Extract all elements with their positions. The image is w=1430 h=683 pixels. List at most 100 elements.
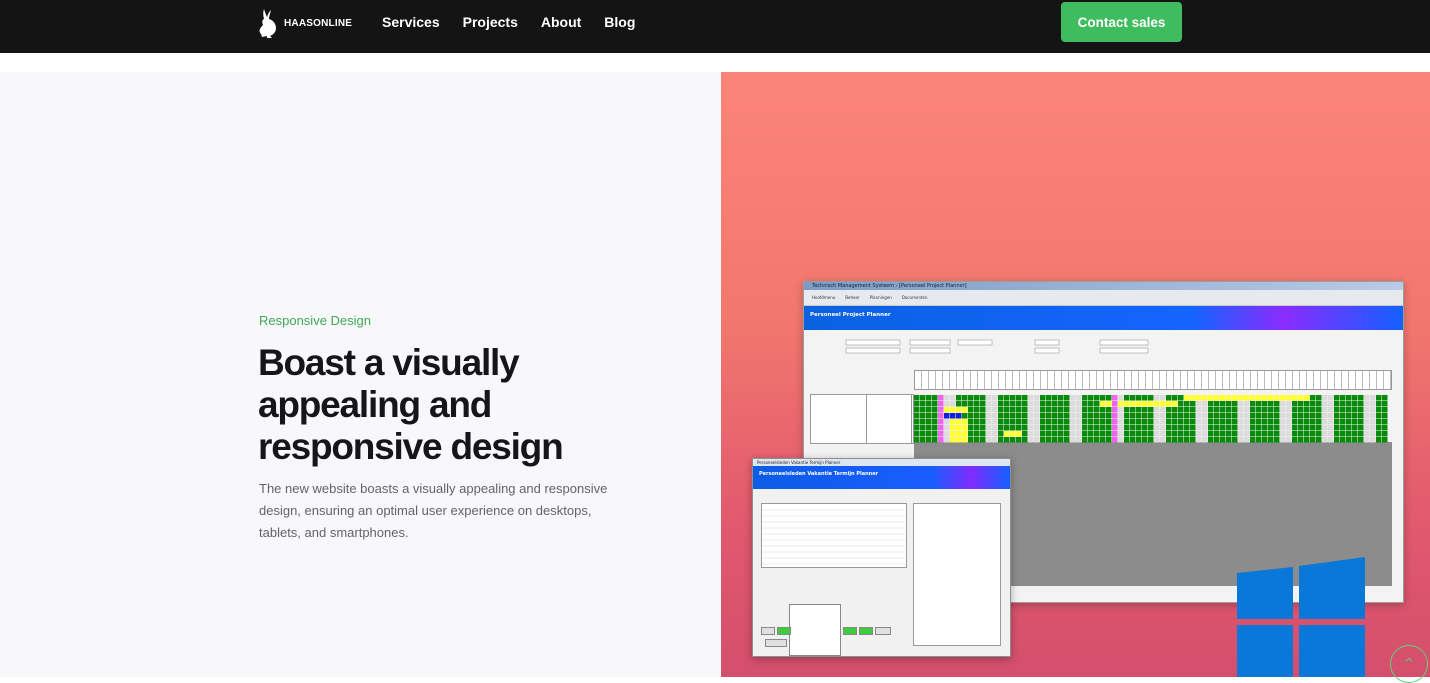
gantt-cell xyxy=(1070,395,1076,401)
scroll-to-top-button[interactable]: ^ xyxy=(1390,645,1428,683)
gantt-cell xyxy=(1130,413,1136,419)
gantt-cell xyxy=(1154,401,1160,407)
gantt-cell xyxy=(1202,437,1208,443)
gantt-cell xyxy=(1328,437,1334,443)
employee-table xyxy=(761,503,908,568)
gantt-cell xyxy=(1238,425,1244,431)
gantt-cell xyxy=(1064,437,1070,443)
gantt-cell xyxy=(1016,413,1022,419)
gantt-cell xyxy=(1148,395,1154,401)
gantt-cell xyxy=(1358,425,1364,431)
gantt-cell xyxy=(1118,407,1124,413)
gantt-cell xyxy=(1322,437,1328,443)
rabbit-logo-icon xyxy=(259,9,276,38)
gantt-cell xyxy=(1184,437,1190,443)
planner-window-title: Technisch Management Systeem - [Personee… xyxy=(804,282,1403,290)
gantt-cell xyxy=(1034,419,1040,425)
gantt-cell xyxy=(980,401,986,407)
gantt-cell xyxy=(1184,395,1190,401)
gantt-cell xyxy=(1370,395,1376,401)
gantt-cell xyxy=(1244,431,1250,437)
gantt-cell xyxy=(1220,419,1226,425)
gantt-cell xyxy=(1046,401,1052,407)
gantt-cell xyxy=(1070,413,1076,419)
gantt-cell xyxy=(1262,419,1268,425)
gantt-cell xyxy=(998,425,1004,431)
nav-link-projects[interactable]: Projects xyxy=(463,14,518,30)
nav-link-services[interactable]: Services xyxy=(382,14,440,30)
gantt-cell xyxy=(1364,407,1370,413)
gantt-cell xyxy=(1280,401,1286,407)
gantt-cell xyxy=(1184,407,1190,413)
gantt-cell xyxy=(1100,437,1106,443)
gantt-cell xyxy=(1268,395,1274,401)
gantt-cell xyxy=(1376,395,1382,401)
nav-link-about[interactable]: About xyxy=(541,14,581,30)
gantt-cell xyxy=(1334,419,1340,425)
gantt-cell xyxy=(1100,413,1106,419)
gantt-cell xyxy=(1280,431,1286,437)
gantt-cell xyxy=(1310,413,1316,419)
gantt-cell xyxy=(1070,425,1076,431)
gantt-cell xyxy=(1160,425,1166,431)
gantt-cell xyxy=(1130,407,1136,413)
gantt-cell xyxy=(1274,413,1280,419)
nav-link-blog[interactable]: Blog xyxy=(604,14,635,30)
gantt-cell xyxy=(1280,395,1286,401)
gantt-cell xyxy=(1088,437,1094,443)
gantt-cell xyxy=(1046,413,1052,419)
gantt-cell xyxy=(1136,437,1142,443)
gantt-cell xyxy=(1334,425,1340,431)
gantt-cell xyxy=(1196,401,1202,407)
gantt-cell xyxy=(1316,425,1322,431)
gantt-cell xyxy=(932,425,938,431)
brand-logo[interactable]: HAASONLINE xyxy=(258,8,352,38)
gantt-cell xyxy=(944,407,950,413)
gantt-cell xyxy=(1106,431,1112,437)
gantt-cell xyxy=(1034,395,1040,401)
gantt-cell xyxy=(968,401,974,407)
gantt-cell xyxy=(1040,419,1046,425)
gantt-cell xyxy=(1346,413,1352,419)
gantt-cell xyxy=(1190,437,1196,443)
gantt-cell xyxy=(1196,431,1202,437)
gantt-cell xyxy=(950,395,956,401)
gantt-cell xyxy=(1280,419,1286,425)
gantt-cell xyxy=(1124,419,1130,425)
gantt-cell xyxy=(1022,437,1028,443)
gantt-cell xyxy=(956,425,962,431)
gantt-cell xyxy=(914,431,920,437)
gantt-cell xyxy=(1040,425,1046,431)
gantt-cell xyxy=(1124,407,1130,413)
gantt-cell xyxy=(944,395,950,401)
gantt-cell xyxy=(1058,431,1064,437)
gantt-cell xyxy=(1112,395,1118,401)
section-description: The new website boasts a visually appeal… xyxy=(259,481,608,540)
brand-name: HAASONLINE xyxy=(284,17,353,29)
gantt-cell xyxy=(1346,401,1352,407)
gantt-cell xyxy=(1046,437,1052,443)
gantt-cell xyxy=(1004,419,1010,425)
gantt-cell xyxy=(1334,431,1340,437)
gantt-cell xyxy=(1190,401,1196,407)
gantt-cell xyxy=(1148,401,1154,407)
gantt-cell xyxy=(1274,419,1280,425)
gantt-cell xyxy=(986,419,992,425)
gantt-cell xyxy=(1244,395,1250,401)
gantt-cell xyxy=(1274,437,1280,443)
contact-sales-button[interactable]: Contact sales xyxy=(1061,2,1182,42)
gantt-cell xyxy=(1202,419,1208,425)
gantt-cell xyxy=(974,425,980,431)
gantt-cell xyxy=(1172,419,1178,425)
gantt-cell xyxy=(1262,407,1268,413)
gantt-cell xyxy=(938,407,944,413)
gantt-cell xyxy=(1256,401,1262,407)
gantt-cell xyxy=(1382,425,1388,431)
gantt-cell xyxy=(1136,425,1142,431)
gantt-cell xyxy=(1364,413,1370,419)
gantt-cell xyxy=(998,431,1004,437)
gantt-cell xyxy=(1010,437,1016,443)
gantt-cell xyxy=(1238,401,1244,407)
gantt-cell xyxy=(1076,437,1082,443)
gantt-cell xyxy=(1262,395,1268,401)
